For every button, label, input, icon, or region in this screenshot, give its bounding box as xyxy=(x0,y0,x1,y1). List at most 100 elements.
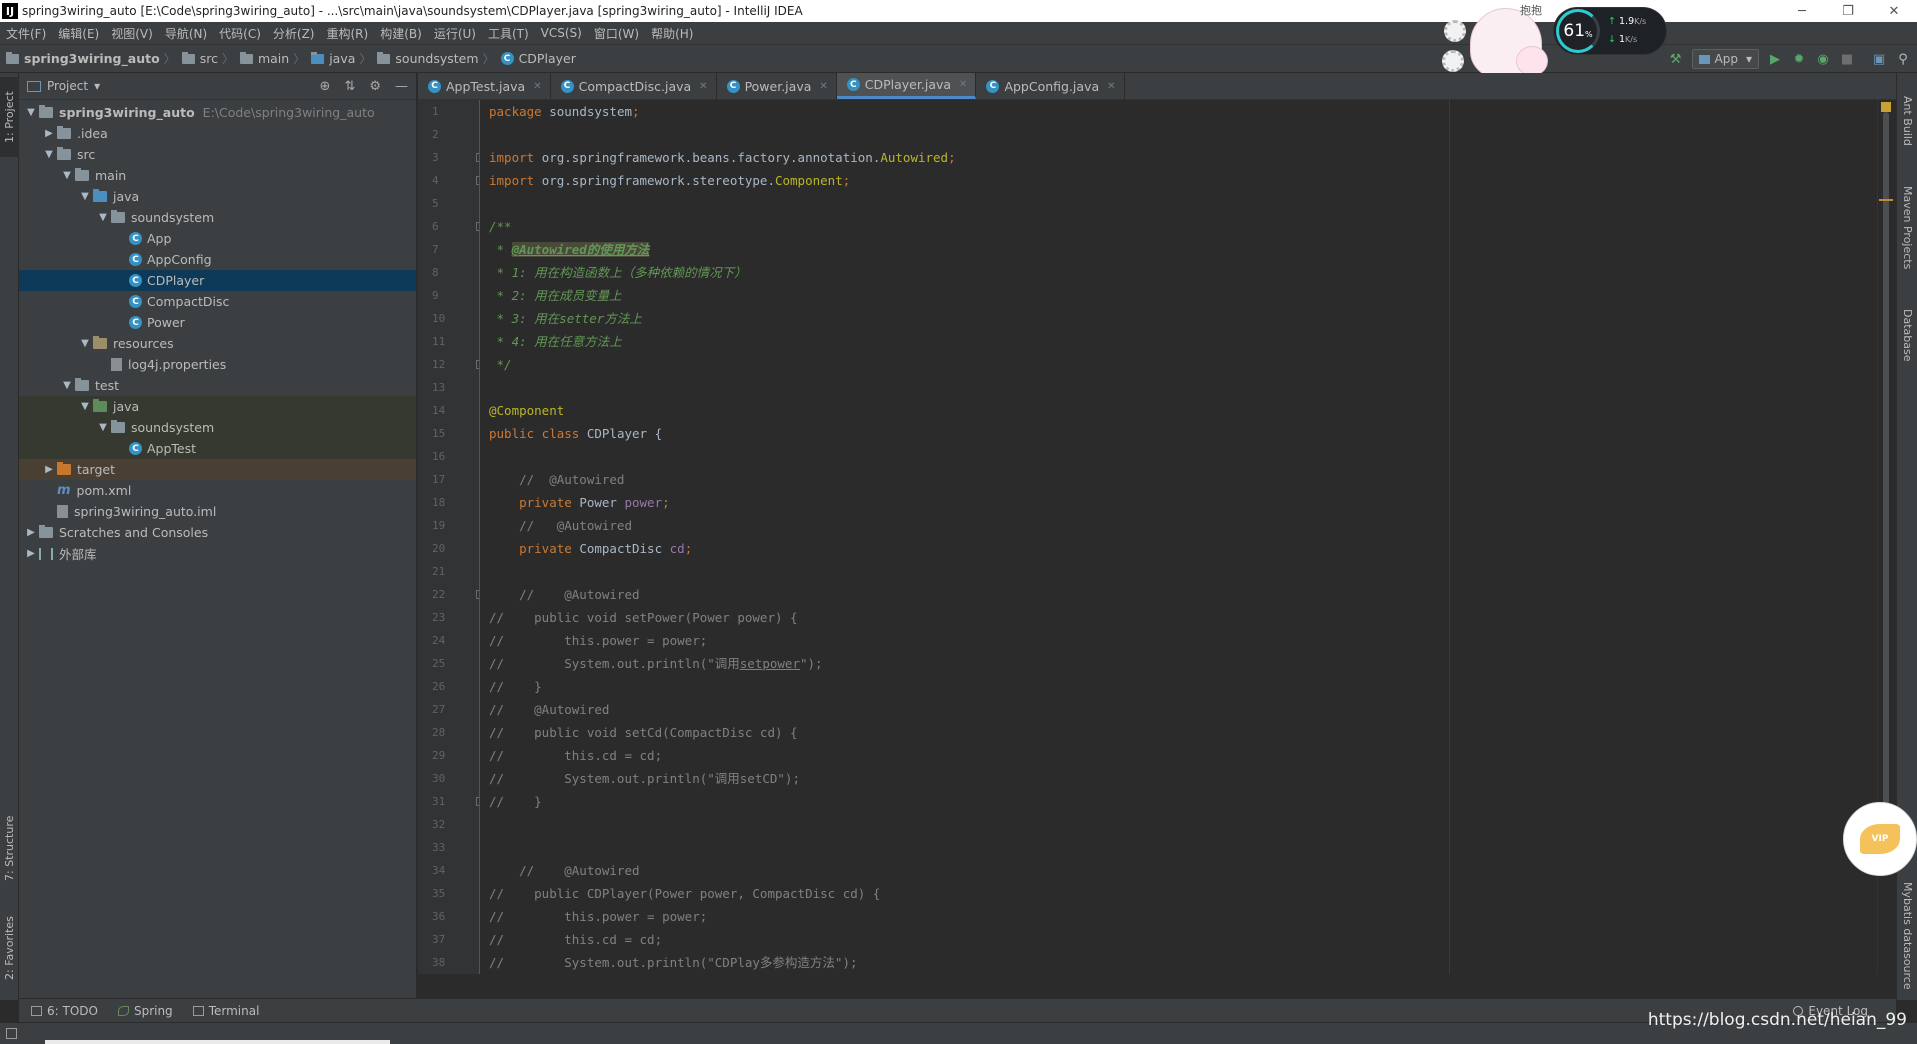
line-number[interactable]: 31 xyxy=(418,790,479,813)
line-number[interactable]: 33 xyxy=(418,836,479,859)
line-number[interactable]: 4 xyxy=(418,169,479,192)
line-number[interactable]: 23 xyxy=(418,606,479,629)
collapsed-arrow-icon[interactable]: ▶ xyxy=(41,128,57,139)
editor-tab-apptest[interactable]: C AppTest.java ✕ xyxy=(418,73,551,99)
breadcrumb-package[interactable]: soundsystem xyxy=(371,51,482,66)
tree-item-apptest[interactable]: C AppTest xyxy=(19,438,416,459)
code-line[interactable] xyxy=(481,376,1877,399)
line-number[interactable]: 29 xyxy=(418,744,479,767)
line-number[interactable]: 11 xyxy=(418,330,479,353)
line-number[interactable]: 24 xyxy=(418,629,479,652)
code-line[interactable]: // this.cd = cd; xyxy=(481,744,1877,767)
project-view-selector[interactable]: Project ▾ xyxy=(27,79,100,93)
line-number[interactable]: 15 xyxy=(418,422,479,445)
line-number[interactable]: 36 xyxy=(418,905,479,928)
line-number[interactable]: 3 xyxy=(418,146,479,169)
editor-tab-cdplayer[interactable]: C CDPlayer.java ✕ xyxy=(836,73,977,99)
code-line[interactable] xyxy=(481,836,1877,859)
code-line[interactable]: // @Autowired xyxy=(481,583,1877,606)
line-number[interactable]: 35 xyxy=(418,882,479,905)
code-line[interactable]: /** xyxy=(481,215,1877,238)
line-number[interactable]: 18 xyxy=(418,491,479,514)
breadcrumb-main[interactable]: main xyxy=(234,51,293,66)
collapsed-arrow-icon[interactable]: ▶ xyxy=(23,527,39,538)
code-line[interactable]: // @Autowired xyxy=(481,859,1877,882)
code-line[interactable]: public class CDPlayer { xyxy=(481,422,1877,445)
code-line[interactable] xyxy=(481,560,1877,583)
line-number[interactable]: 27 xyxy=(418,698,479,721)
fold-marker-icon[interactable] xyxy=(476,797,479,806)
code-line[interactable]: // @Autowired xyxy=(481,514,1877,537)
tree-item-power[interactable]: C Power xyxy=(19,312,416,333)
terminal-tool-button[interactable]: Terminal xyxy=(192,1004,259,1018)
restore-button[interactable]: ❐ xyxy=(1825,0,1871,22)
expanded-arrow-icon[interactable]: ▼ xyxy=(23,107,39,118)
tree-item-java[interactable]: ▼ java xyxy=(19,396,416,417)
line-number[interactable]: 30 xyxy=(418,767,479,790)
collapsed-arrow-icon[interactable]: ▶ xyxy=(23,548,39,559)
line-number[interactable]: 1 xyxy=(418,100,479,123)
code-line[interactable] xyxy=(481,192,1877,215)
editor-tab-appconfig[interactable]: C AppConfig.java ✕ xyxy=(976,73,1125,99)
fold-marker-icon[interactable] xyxy=(476,153,479,162)
tree-item-soundsystem[interactable]: ▼ soundsystem xyxy=(19,417,416,438)
maven-projects-tab[interactable]: Maven Projects xyxy=(1897,173,1917,283)
run-icon[interactable]: ▶ xyxy=(1767,51,1783,67)
vip-badge[interactable]: VIP xyxy=(1843,802,1917,876)
locate-file-icon[interactable]: ⊕ xyxy=(320,79,331,94)
menu-refactor[interactable]: 重构(R) xyxy=(321,25,375,42)
close-tab-icon[interactable]: ✕ xyxy=(819,81,827,92)
minimize-button[interactable]: ─ xyxy=(1779,0,1825,22)
code-line[interactable]: */ xyxy=(481,353,1877,376)
menu-run[interactable]: 运行(U) xyxy=(428,25,482,42)
close-window-button[interactable]: ✕ xyxy=(1871,0,1917,22)
menu-vcs[interactable]: VCS(S) xyxy=(535,26,588,40)
tree-item-scratches-and-consoles[interactable]: ▶ Scratches and Consoles xyxy=(19,522,416,543)
tree-item-main[interactable]: ▼ main xyxy=(19,165,416,186)
tree-item-appconfig[interactable]: C AppConfig xyxy=(19,249,416,270)
database-tab[interactable]: Database xyxy=(1897,295,1917,375)
structure-tool-tab[interactable]: 7: Structure xyxy=(0,803,19,893)
line-number[interactable]: 20 xyxy=(418,537,479,560)
code-line[interactable]: // } xyxy=(481,675,1877,698)
tree-item-spring3wiring-auto[interactable]: ▼ spring3wiring_auto E:\Code\spring3wiring… xyxy=(19,102,416,123)
collapsed-arrow-icon[interactable]: ▶ xyxy=(41,464,57,475)
code-line[interactable]: // System.out.println("调用setCD"); xyxy=(481,767,1877,790)
menu-file[interactable]: 文件(F) xyxy=(0,25,52,42)
menu-view[interactable]: 视图(V) xyxy=(105,25,159,42)
expanded-arrow-icon[interactable]: ▼ xyxy=(95,212,111,223)
expanded-arrow-icon[interactable]: ▼ xyxy=(95,422,111,433)
breadcrumb-project[interactable]: spring3wiring_auto xyxy=(0,51,164,66)
network-speed-widget[interactable]: 61% ↑ 1.9K/s ↓ 1K/s xyxy=(1554,8,1666,54)
code-editor[interactable]: package soundsystem; import org.springfra… xyxy=(481,100,1877,974)
line-number[interactable]: 2 xyxy=(418,123,479,146)
breadcrumb-class[interactable]: C CDPlayer xyxy=(495,51,580,66)
tree-item-cdplayer[interactable]: C CDPlayer xyxy=(19,270,416,291)
line-number[interactable]: 32 xyxy=(418,813,479,836)
code-line[interactable]: // public void setPower(Power power) { xyxy=(481,606,1877,629)
expanded-arrow-icon[interactable]: ▼ xyxy=(41,149,57,160)
code-line[interactable]: * 2: 用在成员变量上 xyxy=(481,284,1877,307)
debug-icon[interactable]: ✹ xyxy=(1791,51,1807,67)
line-number[interactable]: 14 xyxy=(418,399,479,422)
code-line[interactable]: // this.power = power; xyxy=(481,905,1877,928)
inspection-status-marker[interactable] xyxy=(1881,102,1891,112)
menu-build[interactable]: 构建(B) xyxy=(374,25,428,42)
code-line[interactable]: * @Autowired的使用方法 xyxy=(481,238,1877,261)
fold-marker-icon[interactable] xyxy=(476,590,479,599)
code-line[interactable]: package soundsystem; xyxy=(481,100,1877,123)
fold-marker-icon[interactable] xyxy=(476,176,479,185)
tree-item-resources[interactable]: ▼ resources xyxy=(19,333,416,354)
close-tab-icon[interactable]: ✕ xyxy=(1107,81,1115,92)
code-line[interactable]: * 4: 用在任意方法上 xyxy=(481,330,1877,353)
expanded-arrow-icon[interactable]: ▼ xyxy=(77,191,93,202)
fold-marker-icon[interactable] xyxy=(476,222,479,231)
tree-item-app[interactable]: C App xyxy=(19,228,416,249)
line-number[interactable]: 7 xyxy=(418,238,479,261)
code-line[interactable]: * 3: 用在setter方法上 xyxy=(481,307,1877,330)
editor-tab-power[interactable]: C Power.java ✕ xyxy=(717,73,837,99)
stop-icon[interactable]: ■ xyxy=(1839,51,1855,67)
toggle-tool-windows-icon[interactable] xyxy=(6,1028,17,1039)
code-line[interactable]: // public void setCd(CompactDisc cd) { xyxy=(481,721,1877,744)
code-line[interactable]: // } xyxy=(481,790,1877,813)
